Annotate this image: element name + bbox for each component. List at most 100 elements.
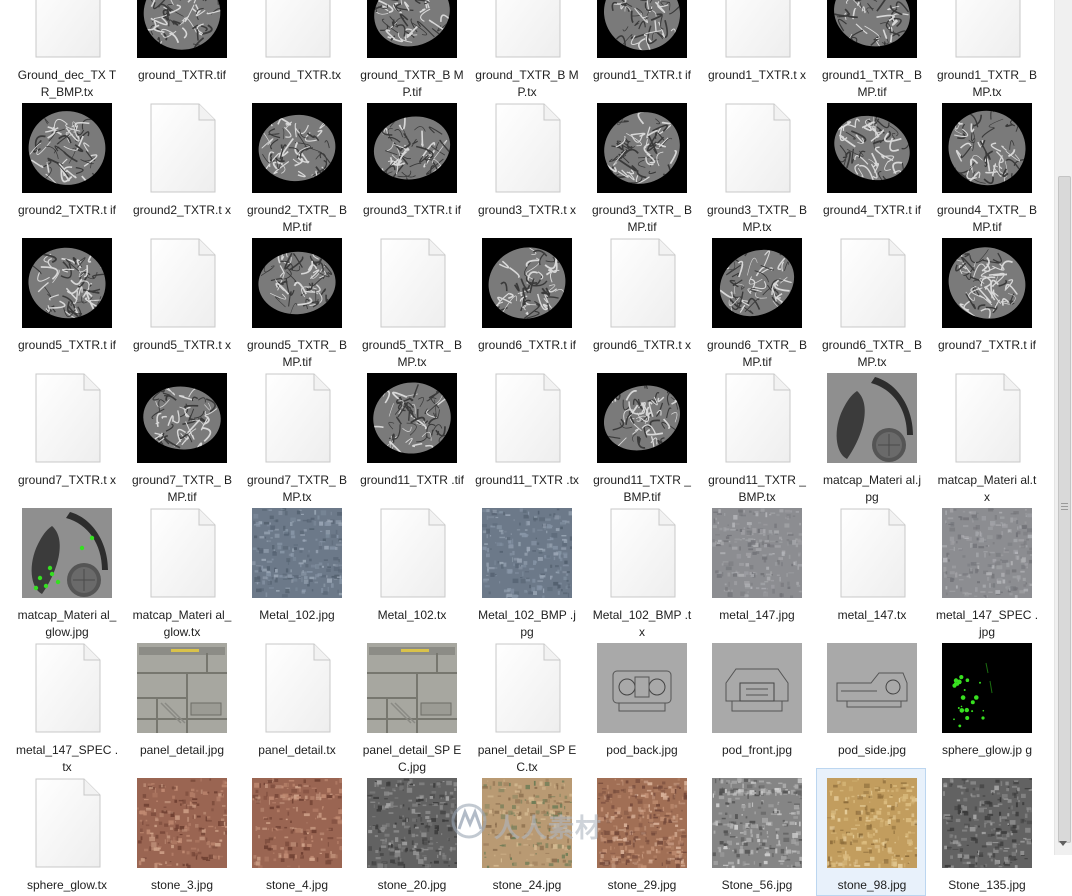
- file-item[interactable]: ground5_TXTR.t if: [11, 228, 121, 356]
- image-thumbnail: [942, 103, 1032, 193]
- file-item[interactable]: ground7_TXTR_ BMP.tx: [241, 363, 351, 504]
- image-thumbnail: [827, 373, 917, 463]
- file-item[interactable]: ground1_TXTR.t x: [701, 0, 811, 86]
- file-item[interactable]: metal_147.jpg: [701, 498, 811, 626]
- file-item[interactable]: ground4_TXTR.t if: [816, 93, 926, 221]
- file-item[interactable]: ground_TXTR.tx: [241, 0, 351, 86]
- file-document-icon: [942, 373, 1032, 463]
- file-item[interactable]: sphere_glow.jp g: [931, 633, 1041, 761]
- file-item[interactable]: ground_TXTR_B MP.tif: [356, 0, 466, 99]
- file-item[interactable]: panel_detail.jpg: [126, 633, 236, 761]
- file-item[interactable]: ground3_TXTR.t if: [356, 93, 466, 221]
- file-item[interactable]: ground2_TXTR_ BMP.tif: [241, 93, 351, 234]
- image-thumbnail: [827, 103, 917, 193]
- file-item[interactable]: sphere_glow.tx: [11, 768, 121, 896]
- file-item[interactable]: Stone_135.jpg: [931, 768, 1041, 896]
- file-item[interactable]: matcap_Materi al.jpg: [816, 363, 926, 504]
- image-thumbnail: [367, 103, 457, 193]
- file-item[interactable]: Metal_102_BMP .jpg: [471, 498, 581, 639]
- file-item[interactable]: matcap_Materi al.tx: [931, 363, 1041, 504]
- file-item[interactable]: ground7_TXTR_ BMP.tif: [126, 363, 236, 504]
- file-item[interactable]: stone_24.jpg: [471, 768, 581, 896]
- file-item[interactable]: ground4_TXTR_ BMP.tif: [931, 93, 1041, 234]
- file-name-label: pod_front.jpg: [721, 743, 793, 757]
- file-item[interactable]: ground1_TXTR_ BMP.tx: [931, 0, 1041, 99]
- file-item[interactable]: Metal_102.tx: [356, 498, 466, 626]
- file-name-label: ground11_TXTR .tif: [360, 473, 464, 487]
- file-item[interactable]: ground1_TXTR_ BMP.tif: [816, 0, 926, 99]
- scrollbar-grip: [1061, 503, 1068, 512]
- file-item[interactable]: ground6_TXTR_ BMP.tif: [701, 228, 811, 369]
- file-item[interactable]: ground6_TXTR.t x: [586, 228, 696, 356]
- image-thumbnail: [137, 643, 227, 733]
- file-document-icon: [482, 0, 572, 58]
- image-thumbnail: [712, 508, 802, 598]
- file-item[interactable]: stone_29.jpg: [586, 768, 696, 896]
- file-name-label: Stone_135.jpg: [948, 878, 1026, 892]
- image-thumbnail: [137, 373, 227, 463]
- file-name-label: stone_20.jpg: [377, 878, 447, 892]
- scrollbar-thumb[interactable]: [1058, 176, 1071, 843]
- file-item[interactable]: ground11_TXTR .tx: [471, 363, 581, 491]
- file-name-label: ground11_TXTR .tx: [475, 473, 579, 487]
- file-item[interactable]: stone_98.jpg: [816, 768, 926, 896]
- file-item[interactable]: matcap_Materi al_glow.jpg: [11, 498, 121, 639]
- file-item[interactable]: pod_front.jpg: [701, 633, 811, 761]
- file-name-label: stone_3.jpg: [150, 878, 214, 892]
- file-item[interactable]: metal_147_SPEC .tx: [11, 633, 121, 774]
- file-item[interactable]: ground1_TXTR.t if: [586, 0, 696, 86]
- image-thumbnail: [22, 508, 112, 598]
- file-item[interactable]: ground11_TXTR _BMP.tif: [586, 363, 696, 504]
- file-item[interactable]: ground6_TXTR.t if: [471, 228, 581, 356]
- vertical-scrollbar[interactable]: [1054, 0, 1072, 855]
- file-name-label: ground_TXTR.tx: [252, 68, 342, 82]
- file-document-icon: [712, 103, 802, 193]
- file-item[interactable]: Metal_102_BMP .tx: [586, 498, 696, 639]
- image-thumbnail: [942, 508, 1032, 598]
- file-item[interactable]: stone_3.jpg: [126, 768, 236, 896]
- file-item[interactable]: panel_detail_SP EC.tx: [471, 633, 581, 774]
- file-item[interactable]: pod_back.jpg: [586, 633, 696, 761]
- file-document-icon: [137, 508, 227, 598]
- file-document-icon: [22, 373, 112, 463]
- file-item[interactable]: ground11_TXTR _BMP.tx: [701, 363, 811, 504]
- file-item[interactable]: Stone_56.jpg: [701, 768, 811, 896]
- file-name-label: ground5_TXTR.t if: [17, 338, 117, 352]
- file-item[interactable]: ground2_TXTR.t x: [126, 93, 236, 221]
- scroll-down-arrow-icon[interactable]: [1059, 841, 1067, 846]
- file-item[interactable]: metal_147_SPEC .jpg: [931, 498, 1041, 639]
- file-name-label: Metal_102.jpg: [259, 608, 335, 622]
- file-item[interactable]: ground_TXTR.tif: [126, 0, 236, 86]
- file-item[interactable]: Ground_dec_TX TR_BMP.tx: [11, 0, 121, 99]
- file-item[interactable]: ground7_TXTR.t x: [11, 363, 121, 491]
- file-item[interactable]: pod_side.jpg: [816, 633, 926, 761]
- file-document-icon: [22, 643, 112, 733]
- file-name-label: ground2_TXTR.t if: [17, 203, 117, 217]
- file-item[interactable]: ground5_TXTR_ BMP.tif: [241, 228, 351, 369]
- file-item[interactable]: matcap_Materi al_glow.tx: [126, 498, 236, 639]
- file-name-label: Stone_56.jpg: [721, 878, 793, 892]
- file-item[interactable]: panel_detail.tx: [241, 633, 351, 761]
- file-item[interactable]: ground5_TXTR.t x: [126, 228, 236, 356]
- file-item[interactable]: ground3_TXTR_ BMP.tx: [701, 93, 811, 234]
- file-item[interactable]: ground3_TXTR_ BMP.tif: [586, 93, 696, 234]
- image-thumbnail: [137, 0, 227, 58]
- file-item[interactable]: stone_4.jpg: [241, 768, 351, 896]
- file-item[interactable]: ground11_TXTR .tif: [356, 363, 466, 491]
- file-document-icon: [367, 508, 457, 598]
- image-thumbnail: [367, 643, 457, 733]
- file-item[interactable]: Metal_102.jpg: [241, 498, 351, 626]
- image-thumbnail: [22, 103, 112, 193]
- file-item[interactable]: metal_147.tx: [816, 498, 926, 626]
- file-item[interactable]: ground7_TXTR.t if: [931, 228, 1041, 356]
- file-item[interactable]: stone_20.jpg: [356, 768, 466, 896]
- file-name-label: ground2_TXTR.t x: [132, 203, 232, 217]
- file-name-label: ground7_TXTR.t x: [17, 473, 117, 487]
- file-item[interactable]: ground_TXTR_B MP.tx: [471, 0, 581, 99]
- file-item[interactable]: ground5_TXTR_ BMP.tx: [356, 228, 466, 369]
- file-item[interactable]: panel_detail_SP EC.jpg: [356, 633, 466, 774]
- file-item[interactable]: ground3_TXTR.t x: [471, 93, 581, 221]
- file-name-label: sphere_glow.jp g: [941, 743, 1033, 757]
- file-item[interactable]: ground2_TXTR.t if: [11, 93, 121, 221]
- file-item[interactable]: ground6_TXTR_ BMP.tx: [816, 228, 926, 369]
